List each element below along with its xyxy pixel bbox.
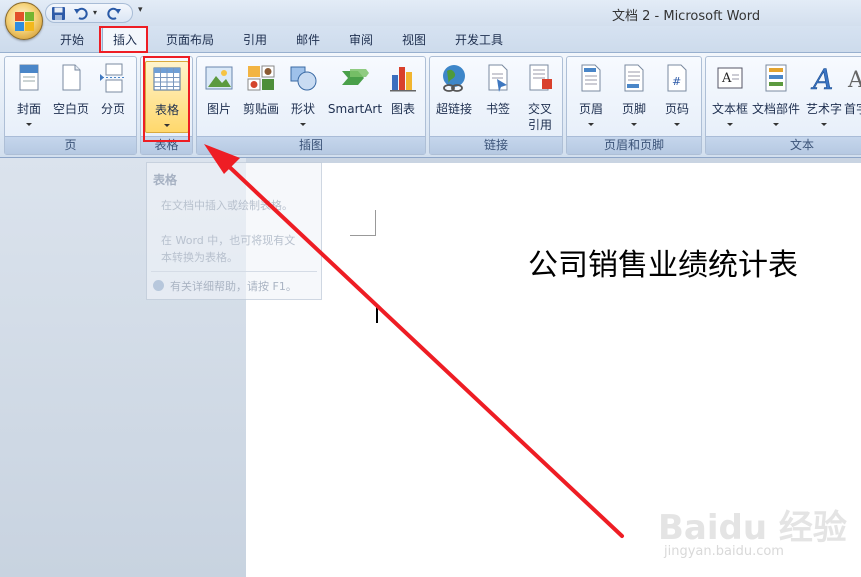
chevron-down-icon: [727, 123, 733, 126]
chevron-down-icon: [821, 123, 827, 126]
undo-icon[interactable]: [73, 6, 89, 21]
drop-cap-button[interactable]: A 首字: [842, 61, 861, 133]
bookmark-icon: [483, 63, 513, 93]
text-box-button[interactable]: A 文本框: [708, 61, 752, 133]
picture-button[interactable]: 图片: [197, 61, 241, 133]
tab-review[interactable]: 审阅: [349, 31, 373, 48]
group-label-illustrations: 插图: [197, 136, 425, 154]
office-button[interactable]: [5, 2, 43, 40]
smartart-button[interactable]: SmartArt: [328, 61, 382, 133]
drop-cap-label: 首字: [844, 102, 861, 116]
chevron-down-icon: [588, 123, 594, 126]
clipart-icon: [246, 63, 276, 93]
cover-page-button[interactable]: 封面: [7, 61, 51, 133]
smartart-icon: [340, 63, 370, 93]
tooltip-help-text: 有关详细帮助，请按 F1。: [170, 280, 297, 293]
tooltip-line-3: 本转换为表格。: [161, 251, 238, 264]
customize-qat-icon[interactable]: ▾: [138, 5, 143, 15]
save-icon[interactable]: [51, 6, 67, 21]
chart-icon: [388, 63, 418, 93]
text-box-icon: A: [715, 63, 745, 93]
chart-button[interactable]: 图表: [381, 61, 425, 133]
page-break-icon: [98, 63, 128, 93]
tooltip-line-2: 在 Word 中，也可将现有文: [161, 234, 296, 247]
tooltip-title: 表格: [153, 173, 178, 187]
chevron-down-icon: [773, 123, 779, 126]
undo-dropdown-icon[interactable]: ▾: [93, 8, 101, 23]
page-break-button[interactable]: 分页: [91, 61, 135, 133]
cover-page-icon: [14, 63, 44, 93]
tab-view[interactable]: 视图: [402, 31, 426, 48]
ribbon: 封面 空白页 分页 页 表格 表格 图片 剪贴画 形状 SmartArt 图表 …: [0, 52, 861, 158]
hyperlink-globe-icon: [439, 63, 469, 93]
tab-references[interactable]: 引用: [243, 31, 267, 48]
chevron-down-icon: [631, 123, 637, 126]
cross-reference-label: 交叉 引用: [527, 102, 552, 132]
watermark-main: Baidu 经验: [658, 508, 847, 548]
group-text: A 文本框 文档部件 A 艺术字 A 首字 文本: [705, 56, 861, 155]
group-links: 超链接 书签 交叉 引用 链接: [429, 56, 563, 155]
office-logo-icon: [15, 12, 35, 32]
tab-home[interactable]: 开始: [60, 31, 84, 48]
svg-text:#: #: [672, 75, 681, 88]
picture-icon: [204, 63, 234, 93]
quick-parts-button[interactable]: 文档部件: [752, 61, 800, 133]
blank-page-icon: [56, 63, 86, 93]
clipart-button[interactable]: 剪贴画: [239, 61, 283, 133]
chevron-down-icon: [300, 123, 306, 126]
drop-cap-icon: A: [842, 63, 861, 93]
highlight-table-button: [143, 56, 190, 142]
tooltip-line-1: 在文档中插入或绘制表格。: [161, 199, 293, 212]
group-illustrations: 图片 剪贴画 形状 SmartArt 图表 插图: [196, 56, 426, 155]
document-heading[interactable]: 公司销售业绩统计表: [528, 240, 798, 284]
page-number-button[interactable]: # 页码: [655, 61, 699, 133]
tooltip-help: 有关详细帮助，请按 F1。: [153, 278, 297, 294]
blank-page-button[interactable]: 空白页: [49, 61, 93, 133]
group-label-links: 链接: [430, 136, 562, 154]
cross-reference-icon: [525, 63, 555, 93]
footer-icon: [619, 63, 649, 93]
group-pages: 封面 空白页 分页 页: [4, 56, 137, 155]
tab-mailings[interactable]: 邮件: [296, 31, 320, 48]
help-icon: [153, 280, 164, 291]
cross-reference-button[interactable]: 交叉 引用: [518, 61, 562, 133]
page-margin-marker: [350, 210, 376, 236]
shapes-icon: [288, 63, 318, 93]
header-button[interactable]: 页眉: [569, 61, 613, 133]
redo-icon[interactable]: [106, 6, 122, 21]
svg-text:A: A: [810, 63, 833, 93]
page-number-icon: #: [662, 63, 692, 93]
tab-developer[interactable]: 开发工具: [455, 31, 503, 48]
window-title: 文档 2 - Microsoft Word: [612, 9, 761, 24]
wordart-icon: A: [809, 63, 839, 97]
page-break-label: 分页: [100, 102, 125, 116]
header-icon: [576, 63, 606, 93]
chart-label: 图表: [390, 102, 415, 116]
tooltip-divider: [151, 271, 317, 272]
quick-access-toolbar: ▾: [45, 3, 133, 23]
quick-parts-icon: [761, 63, 791, 93]
title-bar: ▾ ▾ 文档 2 - Microsoft Word: [0, 0, 861, 26]
tab-page-layout[interactable]: 页面布局: [166, 31, 214, 48]
wordart-button[interactable]: A 艺术字: [802, 61, 846, 133]
group-label-text: 文本: [706, 136, 861, 154]
group-label-header-footer: 页眉和页脚: [567, 136, 701, 154]
group-label-pages: 页: [5, 136, 136, 154]
group-header-footer: 页眉 页脚 # 页码 页眉和页脚: [566, 56, 702, 155]
hyperlink-button[interactable]: 超链接: [432, 61, 476, 133]
shapes-button[interactable]: 形状: [281, 61, 325, 133]
chevron-down-icon: [674, 123, 680, 126]
chevron-down-icon: [26, 123, 32, 126]
highlight-insert-tab: [99, 26, 148, 53]
baidu-watermark: Baidu 经验 jingyan.baidu.com: [658, 500, 858, 570]
watermark-sub: jingyan.baidu.com: [664, 544, 784, 559]
table-tooltip: 表格 在文档中插入或绘制表格。 在 Word 中，也可将现有文 本转换为表格。 …: [146, 162, 322, 300]
footer-button[interactable]: 页脚: [612, 61, 656, 133]
text-cursor: [376, 305, 378, 323]
page-number-label: 页码: [664, 102, 689, 116]
svg-text:A: A: [847, 68, 861, 93]
svg-text:A: A: [721, 71, 732, 86]
